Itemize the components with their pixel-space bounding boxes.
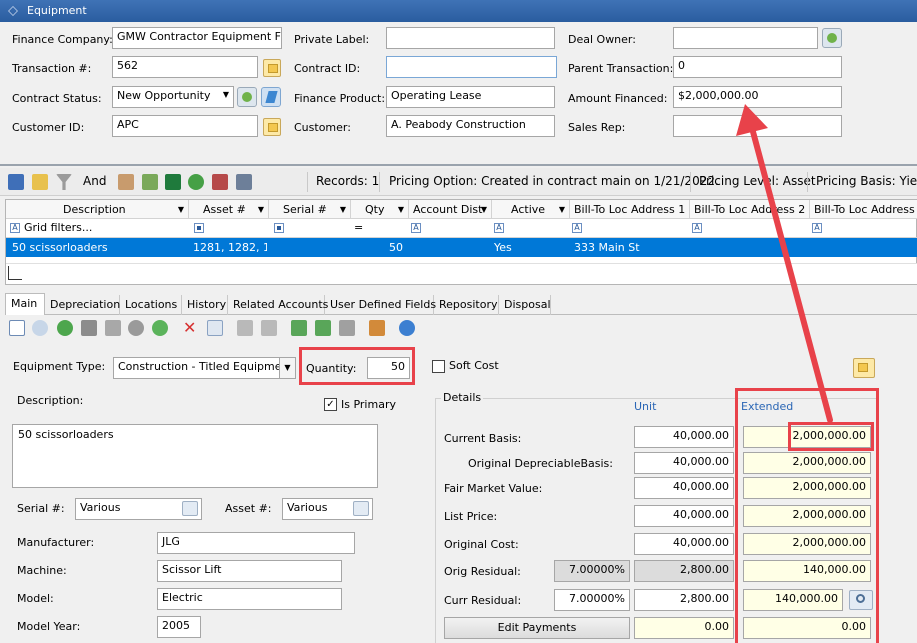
annotation-arrow <box>736 104 833 423</box>
